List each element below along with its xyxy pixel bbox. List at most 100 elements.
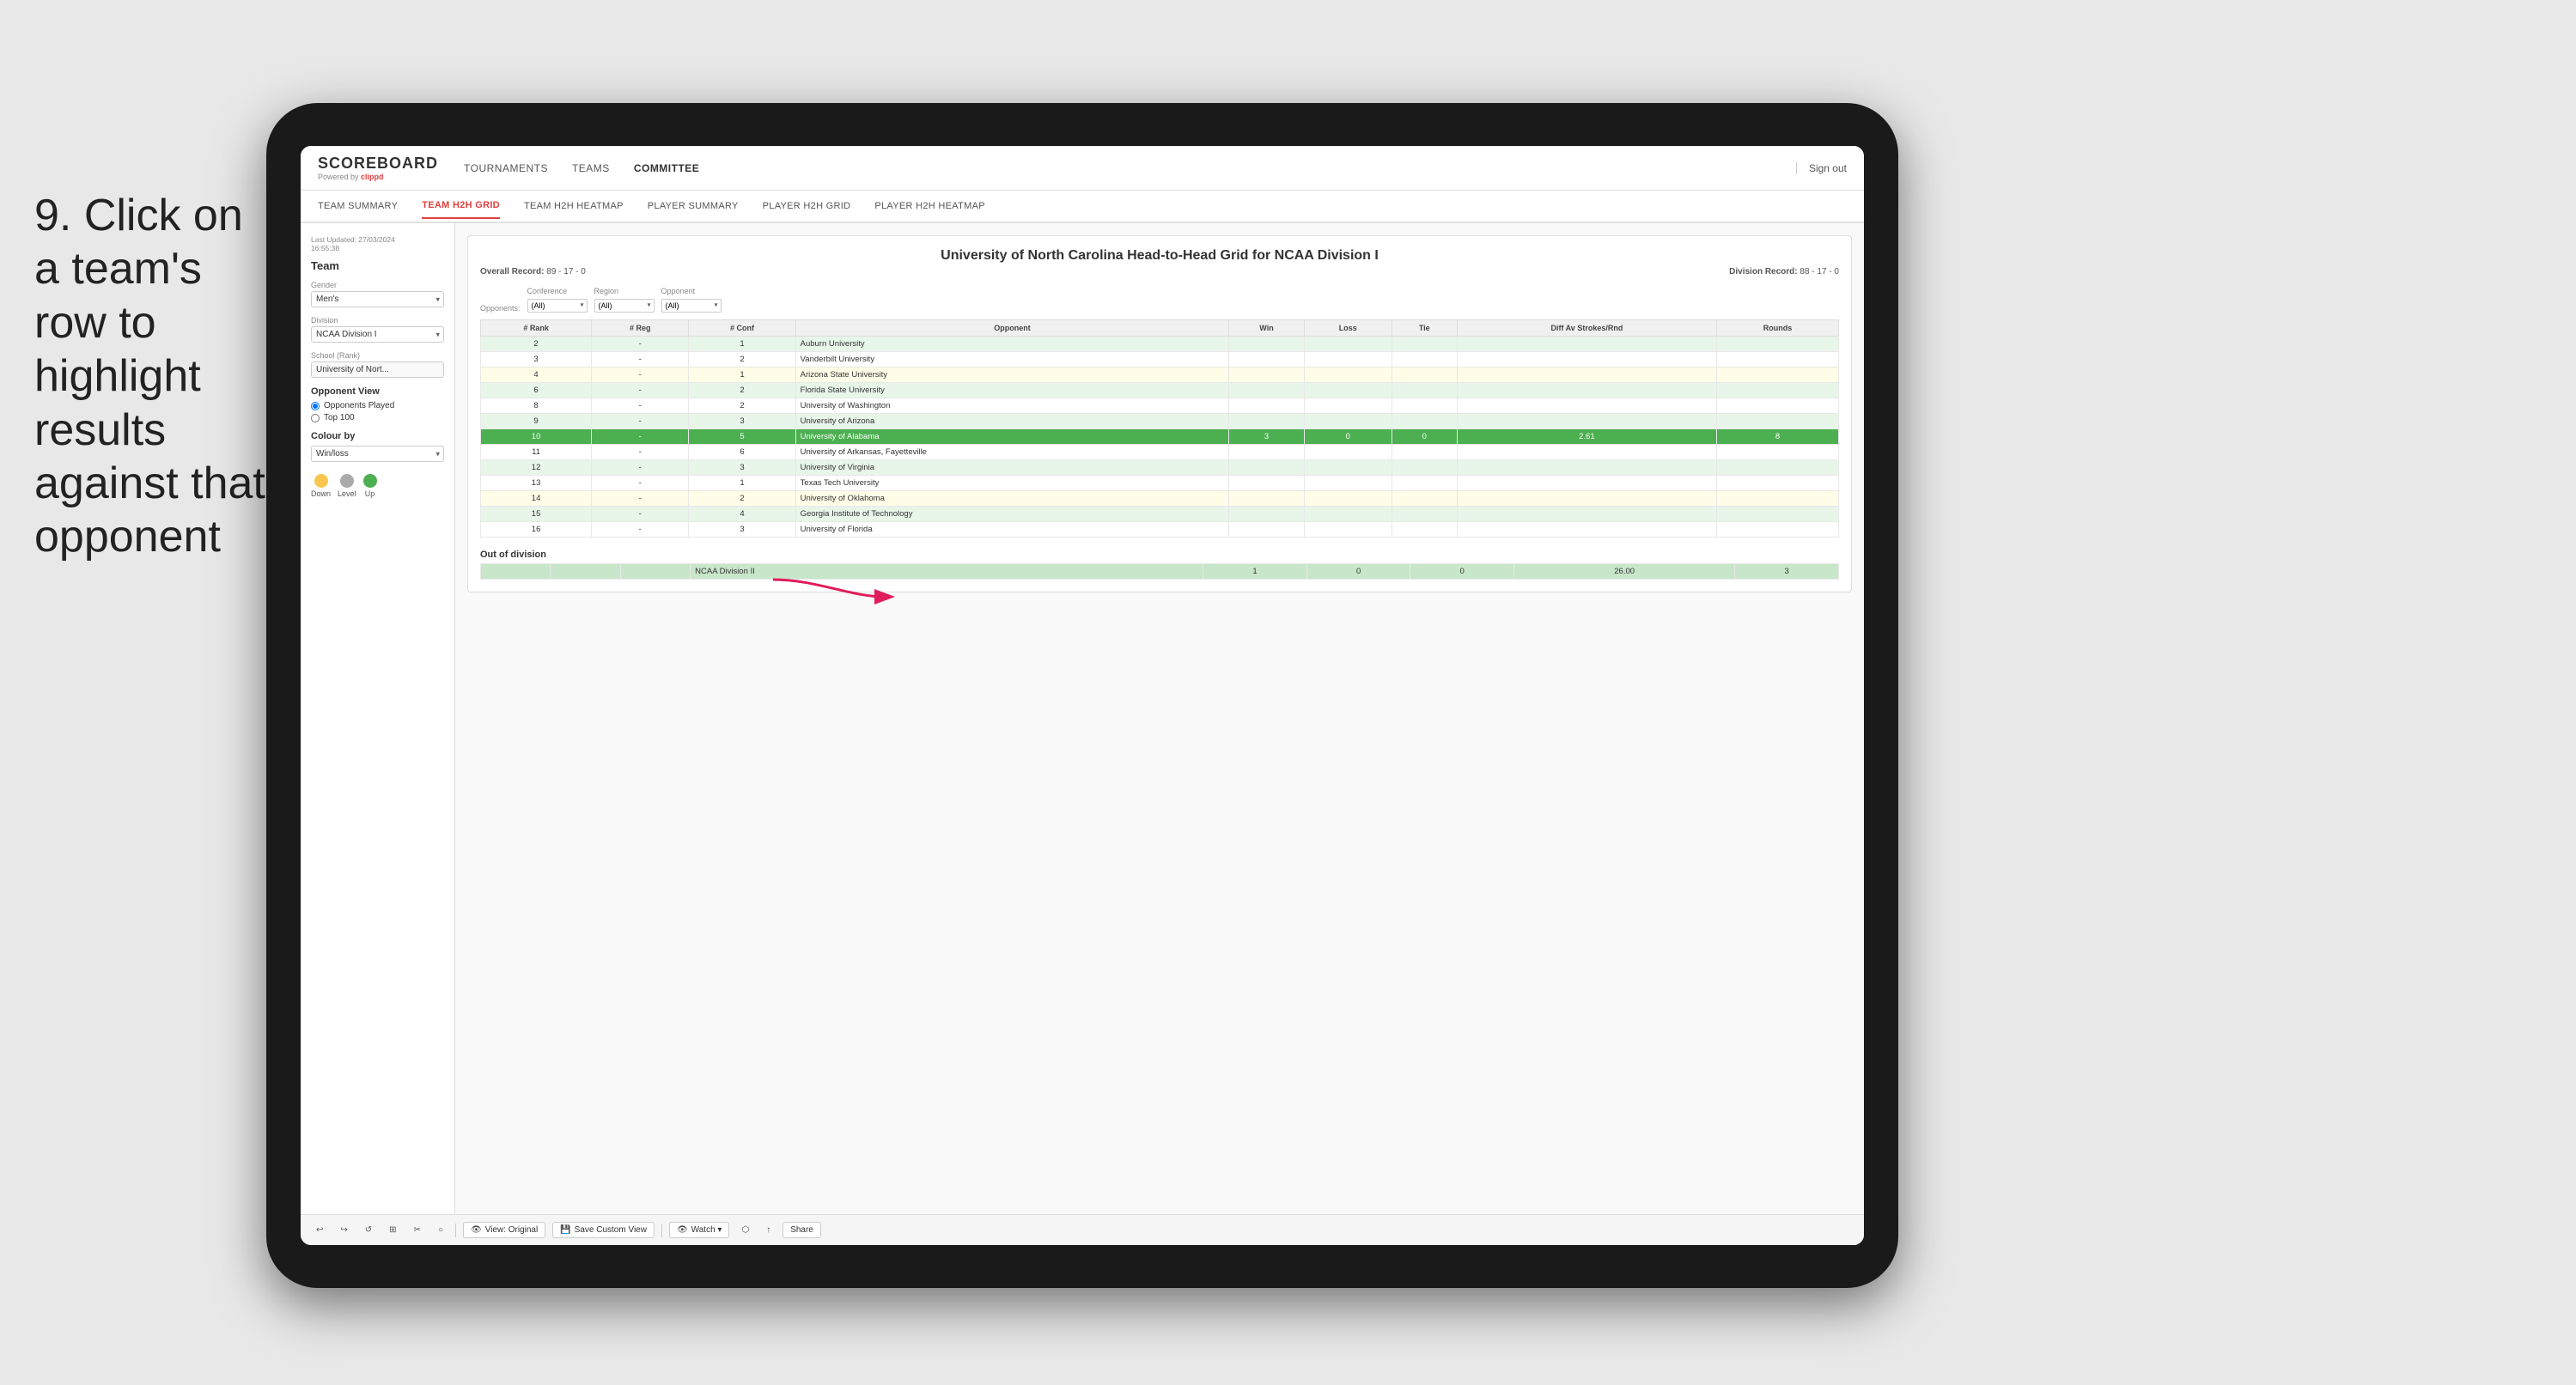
- table-cell: [1457, 383, 1716, 398]
- out-of-division-label: Out of division: [480, 550, 1839, 560]
- conference-select[interactable]: (All): [527, 299, 588, 313]
- table-cell: [1304, 337, 1392, 352]
- subnav-team-h2h-grid[interactable]: TEAM H2H GRID: [422, 193, 500, 219]
- table-cell: -: [592, 476, 689, 491]
- legend-level-dot: [340, 474, 354, 488]
- export-btn[interactable]: ↑: [761, 1223, 776, 1237]
- subnav-player-h2h-heatmap[interactable]: PLAYER H2H HEATMAP: [874, 194, 984, 218]
- table-cell: Auburn University: [795, 337, 1229, 352]
- sidebar: Last Updated: 27/03/2024 16:55:38 Team G…: [301, 223, 455, 1214]
- table-cell: [1229, 476, 1304, 491]
- redo-btn[interactable]: ↪: [335, 1223, 352, 1237]
- table-row[interactable]: 9-3University of Arizona: [481, 414, 1839, 429]
- table-row[interactable]: 2-1Auburn University: [481, 337, 1839, 352]
- table-cell: University of Arizona: [795, 414, 1229, 429]
- col-tie: Tie: [1392, 320, 1457, 337]
- table-cell: [1392, 398, 1457, 414]
- table-row[interactable]: 10-5University of Alabama3002.618: [481, 429, 1839, 445]
- reset-btn[interactable]: ↺: [360, 1223, 377, 1237]
- table-row[interactable]: 3-2Vanderbilt University: [481, 352, 1839, 368]
- table-row[interactable]: 4-1Arizona State University: [481, 368, 1839, 383]
- nav-tournaments[interactable]: TOURNAMENTS: [464, 159, 548, 178]
- table-cell: -: [592, 445, 689, 460]
- table-cell: 3: [689, 460, 795, 476]
- radio-top-100[interactable]: Top 100: [311, 413, 444, 422]
- table-cell: [1229, 460, 1304, 476]
- col-conf: # Conf: [689, 320, 795, 337]
- table-row[interactable]: 12-3University of Virginia: [481, 460, 1839, 476]
- table-cell: 2.61: [1457, 429, 1716, 445]
- table-cell: [1304, 522, 1392, 538]
- table-container: University of North Carolina Head-to-Hea…: [467, 235, 1852, 592]
- subnav-team-summary[interactable]: TEAM SUMMARY: [318, 194, 398, 218]
- watch-btn[interactable]: 👁 Watch ▾: [669, 1222, 729, 1238]
- sub-nav: TEAM SUMMARY TEAM H2H GRID TEAM H2H HEAT…: [301, 191, 1864, 223]
- clock-btn[interactable]: ○: [433, 1223, 448, 1237]
- table-cell: [1457, 445, 1716, 460]
- table-cell: University of Florida: [795, 522, 1229, 538]
- logo-powered: Powered by clippd: [318, 173, 438, 181]
- legend-row: Down Level Up: [311, 474, 444, 498]
- nav-committee[interactable]: COMMITTEE: [634, 159, 700, 178]
- table-cell: 3: [689, 522, 795, 538]
- tablet-device: SCOREBOARD Powered by clippd TOURNAMENTS…: [266, 103, 1898, 1288]
- bottom-toolbar: ↩ ↪ ↺ ⊞ ✂ ○ 👁 View: Original 💾 Save Cust…: [301, 1214, 1864, 1245]
- view-original-btn[interactable]: 👁 View: Original: [463, 1222, 545, 1238]
- subnav-player-summary[interactable]: PLAYER SUMMARY: [648, 194, 739, 218]
- subnav-team-h2h-heatmap[interactable]: TEAM H2H HEATMAP: [524, 194, 624, 218]
- table-cell: Florida State University: [795, 383, 1229, 398]
- table-row[interactable]: 16-3University of Florida: [481, 522, 1839, 538]
- table-cell: 0: [1304, 429, 1392, 445]
- table-row[interactable]: 8-2University of Washington: [481, 398, 1839, 414]
- legend-level: Level: [338, 474, 356, 498]
- toolbar-sep-1: [455, 1224, 456, 1237]
- radio-opponents-played[interactable]: Opponents Played: [311, 401, 444, 410]
- overall-record: Overall Record: 89 - 17 - 0: [480, 267, 586, 276]
- table-row[interactable]: 11-6University of Arkansas, Fayetteville: [481, 445, 1839, 460]
- table-cell: [1229, 368, 1304, 383]
- table-cell: [1229, 352, 1304, 368]
- out-of-division-row[interactable]: NCAA Division II 1 0 0 26.00 3: [481, 564, 1839, 580]
- h2h-title: University of North Carolina Head-to-Hea…: [480, 248, 1839, 264]
- instruction-text: 9. Click on a team's row to highlight re…: [34, 189, 275, 564]
- table-cell: Arizona State University: [795, 368, 1229, 383]
- legend-up-label: Up: [365, 489, 375, 498]
- share-btn[interactable]: Share: [783, 1222, 821, 1238]
- table-cell: -: [592, 368, 689, 383]
- table-cell: [1392, 383, 1457, 398]
- table-cell: Vanderbilt University: [795, 352, 1229, 368]
- undo-btn[interactable]: ↩: [311, 1223, 328, 1237]
- table-body: 2-1Auburn University3-2Vanderbilt Univer…: [481, 337, 1839, 538]
- share-alt-btn[interactable]: ⬡: [736, 1223, 754, 1237]
- table-cell: -: [592, 414, 689, 429]
- table-cell: [1304, 460, 1392, 476]
- last-updated: Last Updated: 27/03/2024 16:55:38: [311, 235, 444, 252]
- division-select[interactable]: NCAA Division I NCAA Division II: [311, 326, 444, 343]
- subnav-player-h2h-grid[interactable]: PLAYER H2H GRID: [763, 194, 851, 218]
- table-cell: [1392, 337, 1457, 352]
- cut-btn[interactable]: ✂: [409, 1223, 426, 1237]
- table-row[interactable]: 13-1Texas Tech University: [481, 476, 1839, 491]
- grid-btn[interactable]: ⊞: [384, 1223, 401, 1237]
- table-cell: 3: [481, 352, 592, 368]
- colour-select[interactable]: Win/loss: [311, 446, 444, 462]
- gender-select[interactable]: Men's Women's: [311, 291, 444, 307]
- region-select[interactable]: (All): [594, 299, 655, 313]
- table-cell: [1304, 491, 1392, 507]
- table-cell: Texas Tech University: [795, 476, 1229, 491]
- school-value: University of Nort...: [311, 361, 444, 378]
- table-row[interactable]: 14-2University of Oklahoma: [481, 491, 1839, 507]
- table-cell: 3: [689, 414, 795, 429]
- opponent-select[interactable]: (All): [661, 299, 722, 313]
- legend-down: Down: [311, 474, 331, 498]
- table-cell: 4: [689, 507, 795, 522]
- table-cell: [1392, 507, 1457, 522]
- table-row[interactable]: 15-4Georgia Institute of Technology: [481, 507, 1839, 522]
- sign-out-link[interactable]: Sign out: [1796, 162, 1847, 174]
- table-row[interactable]: 6-2Florida State University: [481, 383, 1839, 398]
- save-label: Save Custom View: [575, 1225, 647, 1235]
- table-cell: 8: [481, 398, 592, 414]
- save-custom-btn[interactable]: 💾 Save Custom View: [552, 1222, 655, 1238]
- table-cell: [1457, 414, 1716, 429]
- nav-teams[interactable]: TEAMS: [572, 159, 610, 178]
